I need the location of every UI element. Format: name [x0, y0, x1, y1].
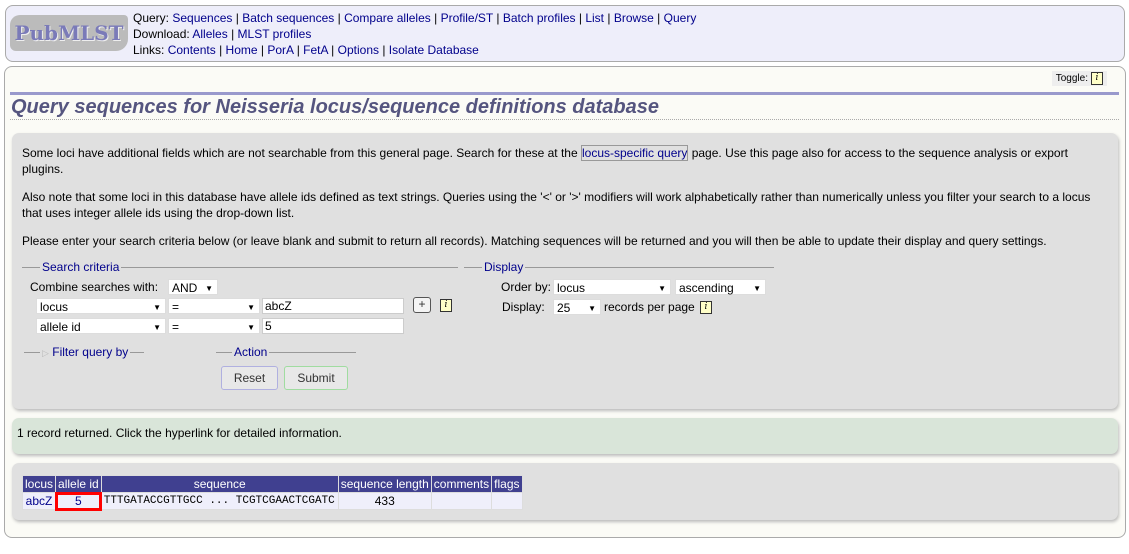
allele-id-cell: 5 — [54, 491, 103, 511]
search-criteria-legend: Search criteria — [40, 260, 122, 274]
direction-select[interactable]: ascending ▼ — [675, 279, 766, 295]
value-input-1[interactable]: abcZ — [262, 298, 404, 314]
page-title: Query sequences for Neisseria locus/sequ… — [10, 92, 1119, 120]
header: PubMLST Query: Sequences | Batch sequenc… — [5, 5, 1125, 62]
info-icon[interactable]: i — [440, 299, 452, 312]
sequence-length-cell: 433 — [337, 492, 432, 510]
add-row-button[interactable]: + — [413, 297, 431, 313]
reset-button[interactable]: Reset — [221, 366, 278, 390]
order-by-select[interactable]: locus ▼ — [553, 279, 671, 295]
pubmlst-logo[interactable]: PubMLST — [10, 15, 128, 51]
action-legend: Action — [232, 345, 270, 359]
nav-link-compare-alleles[interactable]: Compare alleles — [344, 11, 431, 25]
result-message: 1 record returned. Click the hyperlink f… — [17, 426, 342, 440]
field-select-1[interactable]: locus ▼ — [36, 298, 166, 314]
intro-p3: Please enter your search criteria below … — [22, 234, 1047, 248]
nav-link-batch-sequences[interactable]: Batch sequences — [242, 11, 334, 25]
header-flags[interactable]: flags — [491, 475, 523, 493]
nav-links: Query: Sequences | Batch sequences | Com… — [133, 11, 697, 57]
main-content: Toggle: i Query sequences for Neisseria l… — [4, 66, 1126, 538]
nav-link-mlst-profiles[interactable]: MLST profiles — [238, 27, 312, 41]
operator-select-2[interactable]: = ▼ — [168, 318, 260, 334]
combine-select[interactable]: AND ▼ — [168, 279, 218, 295]
filter-fieldset[interactable]: ▷ Filter query by — [24, 345, 144, 359]
table-row: abcZ 5 TTTGATACCGTTGCC ... TCGTCGAACTCGA… — [21, 491, 523, 511]
action-fieldset: Action — [216, 345, 356, 359]
nav-link-pora[interactable]: PorA — [267, 43, 293, 57]
info-icon[interactable]: i — [1091, 72, 1103, 85]
locus-specific-query-link[interactable]: locus-specific query — [581, 145, 689, 161]
results-table: locus allele id sequence sequence length… — [21, 475, 523, 511]
order-by-label: Order by: — [501, 280, 552, 294]
info-icon[interactable]: i — [700, 301, 712, 314]
nav-link-isolate-database[interactable]: Isolate Database — [389, 43, 479, 57]
intro-p1: Some loci have additional fields which a… — [22, 145, 1068, 176]
header-sequence[interactable]: sequence — [100, 475, 339, 493]
links-label: Links: — [133, 43, 165, 57]
header-allele-id[interactable]: allele id — [55, 475, 102, 493]
nav-link-list[interactable]: List — [585, 11, 604, 25]
download-label: Download: — [133, 27, 190, 41]
table-header: locus allele id sequence sequence length… — [21, 475, 523, 493]
intro-p2: Also note that some loci in this databas… — [22, 190, 1091, 220]
nav-link-alleles[interactable]: Alleles — [192, 27, 227, 41]
nav-link-home[interactable]: Home — [226, 43, 258, 57]
submit-button[interactable]: Submit — [284, 366, 348, 390]
header-sequence-length[interactable]: sequence length — [337, 475, 432, 493]
locus-cell: abcZ — [21, 492, 57, 510]
comments-cell — [430, 492, 493, 510]
display-fieldset: Display — [464, 260, 774, 274]
result-message-panel: 1 record returned. Click the hyperlink f… — [12, 418, 1118, 454]
sequence-cell: TTTGATACCGTTGCC ... TCGTCGAACTCGATC — [100, 492, 339, 510]
toggle[interactable]: Toggle: i — [1051, 71, 1107, 86]
nav-link-sequences[interactable]: Sequences — [172, 11, 232, 25]
per-page-select[interactable]: 25 ▼ — [553, 299, 601, 315]
filter-toggle[interactable]: ▷ Filter query by — [40, 345, 131, 359]
header-locus[interactable]: locus — [21, 475, 57, 493]
nav-link-profile-st[interactable]: Profile/ST — [441, 11, 493, 25]
value-input-2[interactable]: 5 — [262, 318, 404, 334]
results-panel: locus allele id sequence sequence length… — [12, 463, 1118, 520]
display-label: Display: — [502, 300, 545, 314]
toggle-label: Toggle: — [1055, 73, 1088, 84]
expand-triangle-icon: ▷ — [42, 348, 49, 358]
nav-link-contents[interactable]: Contents — [168, 43, 216, 57]
display-legend: Display — [482, 260, 526, 274]
flags-cell — [491, 492, 523, 510]
allele-id-link[interactable]: 5 — [75, 494, 82, 508]
operator-select-1[interactable]: = ▼ — [168, 298, 260, 314]
nav-link-feta[interactable]: FetA — [303, 43, 328, 57]
query-panel: Some loci have additional fields which a… — [12, 133, 1118, 409]
nav-link-batch-profiles[interactable]: Batch profiles — [503, 11, 576, 25]
per-page-suffix: records per page — [604, 300, 695, 314]
search-criteria-fieldset: Search criteria — [22, 260, 458, 274]
query-label: Query: — [133, 11, 170, 25]
nav-link-query[interactable]: Query — [664, 11, 697, 25]
locus-link[interactable]: abcZ — [26, 494, 53, 508]
combine-label: Combine searches with: — [30, 280, 159, 294]
header-comments[interactable]: comments — [430, 475, 493, 493]
field-select-2[interactable]: allele id ▼ — [36, 318, 166, 334]
nav-link-browse[interactable]: Browse — [614, 11, 654, 25]
nav-link-options[interactable]: Options — [338, 43, 379, 57]
